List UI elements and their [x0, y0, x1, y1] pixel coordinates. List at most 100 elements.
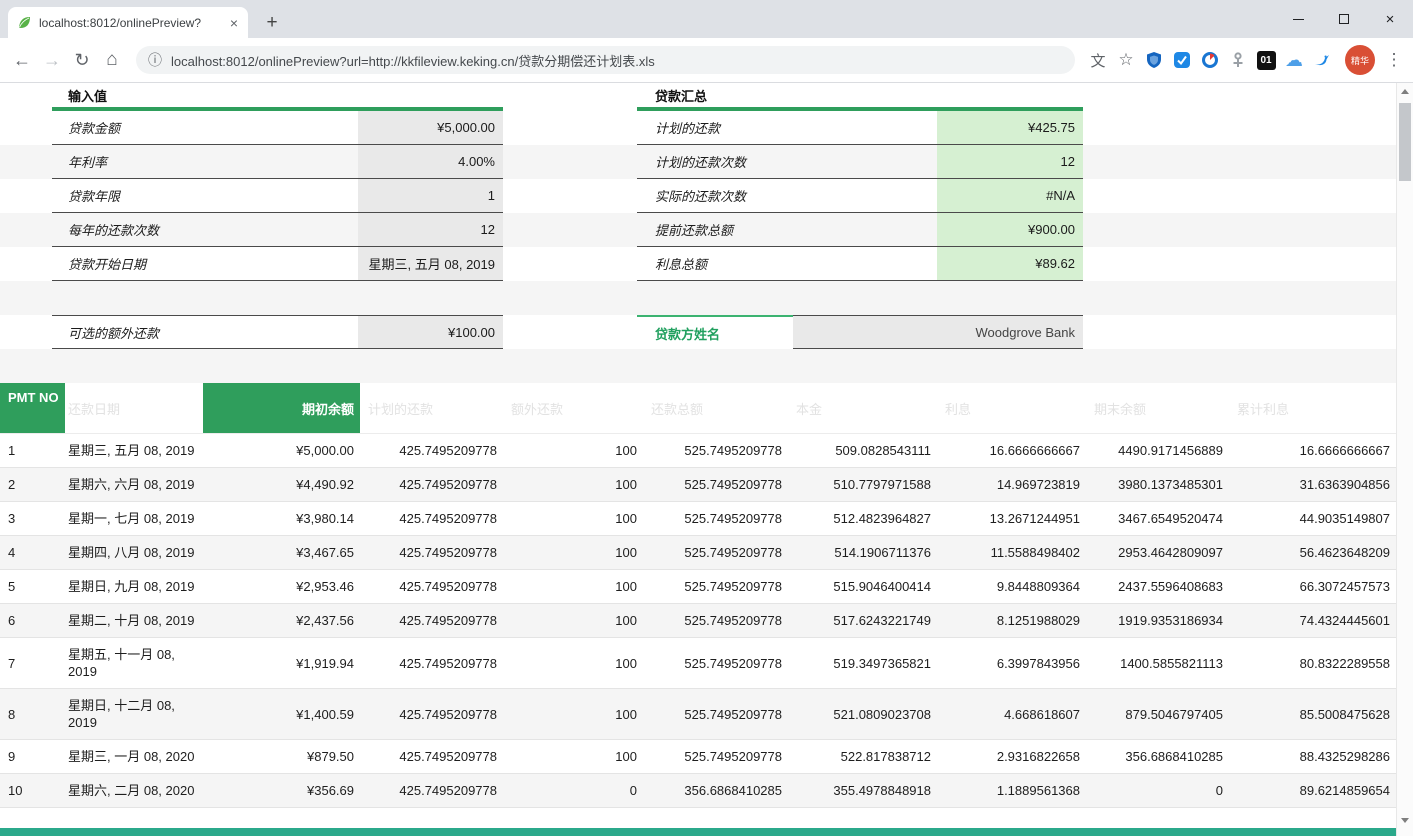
scroll-up-button[interactable] — [1397, 83, 1413, 100]
table-cell: 2 — [0, 477, 65, 492]
table-cell: 74.4324445601 — [1229, 613, 1396, 628]
extra-payment-value: ¥100.00 — [358, 316, 503, 348]
minimize-icon — [1293, 19, 1304, 20]
scroll-down-button[interactable] — [1397, 812, 1413, 829]
table-cell: 525.7495209778 — [643, 443, 788, 458]
translate-icon[interactable]: 文 — [1085, 50, 1111, 71]
ring-extension-icon[interactable] — [1197, 50, 1223, 70]
table-cell: 星期五, 十一月 08, 2019 — [65, 638, 203, 688]
profile-avatar[interactable]: 精华 — [1345, 45, 1375, 75]
page-info-icon[interactable]: ⓘ — [148, 50, 162, 70]
row-stripe — [0, 281, 1396, 315]
close-window-button[interactable]: × — [1367, 0, 1413, 38]
table-cell: ¥3,467.65 — [203, 545, 360, 560]
summary-value: 12 — [937, 145, 1083, 178]
home-icon[interactable]: ⌂ — [98, 49, 126, 71]
table-cell: 10 — [0, 783, 65, 798]
table-cell: 525.7495209778 — [643, 477, 788, 492]
check-extension-icon[interactable] — [1169, 50, 1195, 70]
window-controls: × — [1275, 0, 1413, 38]
scrollbar-thumb[interactable] — [1399, 103, 1411, 181]
table-cell: ¥356.69 — [203, 783, 360, 798]
table-cell: 14.969723819 — [937, 477, 1086, 492]
refresh-icon[interactable]: ↻ — [68, 50, 96, 71]
column-header-cumulative-interest: 累计利息 — [1229, 383, 1396, 433]
input-value: 12 — [358, 213, 503, 246]
table-cell: 510.7797971588 — [788, 477, 937, 492]
anchor-extension-icon[interactable] — [1225, 50, 1251, 70]
summary-row: 计划的还款 ¥425.75 — [637, 111, 1083, 145]
bookmark-star-icon[interactable]: ☆ — [1113, 50, 1139, 70]
vertical-scrollbar[interactable] — [1396, 83, 1413, 836]
table-cell: 1919.9353186934 — [1086, 613, 1229, 628]
extra-payment-label: 可选的额外还款 — [52, 316, 358, 348]
table-cell: 11.5588498402 — [937, 545, 1086, 560]
table-cell: 425.7495209778 — [360, 707, 503, 722]
shield-extension-icon[interactable] — [1141, 50, 1167, 70]
table-cell: 525.7495209778 — [643, 656, 788, 671]
table-cell: 100 — [503, 707, 643, 722]
table-cell: 879.5046797405 — [1086, 707, 1229, 722]
table-cell: 525.7495209778 — [643, 511, 788, 526]
spreadsheet-preview: 输入值 贷款汇总 贷款金额 ¥5,000.00 年利率 4.00% 贷款年限 1… — [0, 83, 1396, 836]
input-label: 每年的还款次数 — [52, 213, 358, 246]
table-cell: 425.7495209778 — [360, 783, 503, 798]
table-cell: 8 — [0, 707, 65, 722]
cloud-extension-icon[interactable]: ☁ — [1281, 50, 1307, 70]
summary-label: 利息总额 — [637, 247, 937, 280]
extra-payment-row: 可选的额外还款 ¥100.00 — [52, 315, 503, 349]
scroll-down-icon — [1401, 818, 1409, 823]
table-cell: 13.2671244951 — [937, 511, 1086, 526]
input-row: 贷款年限 1 — [52, 179, 503, 213]
table-cell: 31.6363904856 — [1229, 477, 1396, 492]
table-row: 7星期五, 十一月 08, 2019¥1,919.94425.749520977… — [0, 638, 1396, 689]
browser-menu-icon[interactable]: ⋮ — [1383, 50, 1405, 70]
input-value: 1 — [358, 179, 503, 212]
table-cell: 515.9046400414 — [788, 579, 937, 594]
inputs-section-title: 输入值 — [68, 85, 107, 105]
summary-row: 提前还款总额 ¥900.00 — [637, 213, 1083, 247]
input-value: 4.00% — [358, 145, 503, 178]
table-cell: 514.1906711376 — [788, 545, 937, 560]
summary-value: #N/A — [937, 179, 1083, 212]
table-cell: 525.7495209778 — [643, 613, 788, 628]
table-cell: 519.3497365821 — [788, 656, 937, 671]
column-header-principal: 本金 — [788, 383, 937, 433]
badge-01-extension-icon[interactable]: 01 — [1253, 50, 1279, 70]
table-cell: ¥2,437.56 — [203, 613, 360, 628]
table-cell: 5 — [0, 579, 65, 594]
summary-label: 计划的还款 — [637, 111, 937, 144]
table-cell: 425.7495209778 — [360, 613, 503, 628]
table-cell: 525.7495209778 — [643, 545, 788, 560]
table-cell: 425.7495209778 — [360, 545, 503, 560]
url-text: localhost:8012/onlinePreview?url=http://… — [171, 51, 655, 70]
browser-tab[interactable]: localhost:8012/onlinePreview? × — [8, 7, 248, 38]
back-icon[interactable]: ← — [8, 50, 36, 71]
summary-value: ¥900.00 — [937, 213, 1083, 246]
summary-row: 利息总额 ¥89.62 — [637, 247, 1083, 281]
table-cell: 1400.5855821113 — [1086, 656, 1229, 671]
table-row: 3星期一, 七月 08, 2019¥3,980.14425.7495209778… — [0, 502, 1396, 536]
table-cell: 16.6666666667 — [1229, 443, 1396, 458]
forward-icon[interactable]: → — [38, 50, 66, 71]
minimize-button[interactable] — [1275, 0, 1321, 38]
column-header-pmt-no: PMT NO — [0, 383, 65, 433]
table-cell: 512.4823964827 — [788, 511, 937, 526]
new-tab-button[interactable]: + — [258, 9, 286, 37]
table-cell: 522.817838712 — [788, 749, 937, 764]
input-value: 星期三, 五月 08, 2019 — [358, 247, 503, 280]
table-cell: 525.7495209778 — [643, 579, 788, 594]
summary-value: ¥89.62 — [937, 247, 1083, 280]
bird-extension-icon[interactable] — [1309, 50, 1335, 70]
maximize-button[interactable] — [1321, 0, 1367, 38]
lender-row: 贷款方姓名 Woodgrove Bank — [637, 315, 1083, 349]
tab-close-icon[interactable]: × — [228, 16, 240, 30]
table-cell: ¥879.50 — [203, 749, 360, 764]
table-cell: 66.3072457573 — [1229, 579, 1396, 594]
input-row: 贷款金额 ¥5,000.00 — [52, 111, 503, 145]
table-row: 4星期四, 八月 08, 2019¥3,467.65425.7495209778… — [0, 536, 1396, 570]
table-cell: 4.668618607 — [937, 707, 1086, 722]
table-cell: 100 — [503, 477, 643, 492]
address-bar[interactable]: ⓘ localhost:8012/onlinePreview?url=http:… — [136, 46, 1075, 74]
input-label: 贷款开始日期 — [52, 247, 358, 280]
